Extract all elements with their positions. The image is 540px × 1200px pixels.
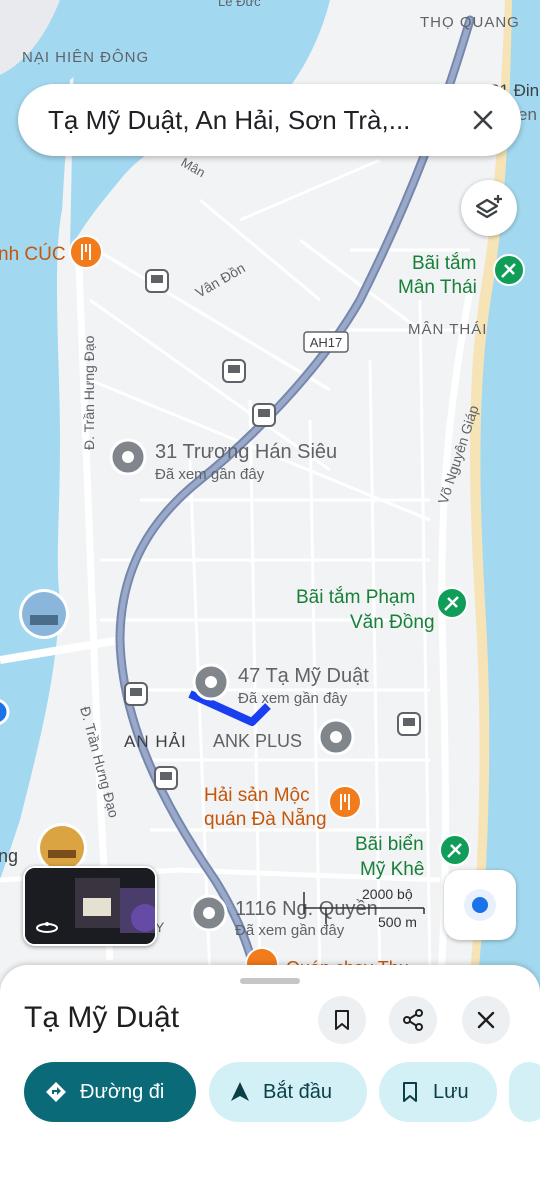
directions-button[interactable]: Đường đi (24, 1062, 196, 1122)
poi-label: quán Đà Nẵng (204, 809, 327, 830)
close-sheet-button[interactable] (462, 996, 510, 1044)
bus-stop-icon[interactable] (252, 403, 276, 427)
poi-label: Bãi tắm (412, 252, 476, 274)
street-view-thumbnail[interactable] (23, 866, 157, 946)
place-pin-icon[interactable] (192, 663, 230, 701)
save-label: Lưu (433, 1080, 469, 1103)
svg-text:AH17: AH17 (310, 335, 343, 350)
road-label: Đ. Trần Hưng Đạo (81, 335, 97, 450)
close-icon (473, 110, 493, 130)
map-scale: 2000 bộ 500 m (300, 884, 430, 934)
bookmark-icon (403, 1082, 417, 1102)
restaurant-marker-icon[interactable] (69, 235, 103, 269)
close-icon (477, 1011, 495, 1029)
clear-search-button[interactable] (465, 102, 501, 138)
share-chip[interactable] (509, 1062, 540, 1122)
place-label: 31 Trương Hán Siêu (155, 441, 337, 463)
place-pin-icon[interactable] (109, 438, 147, 476)
share-icon (403, 1009, 423, 1031)
poi-label: Văn Đồng (350, 612, 435, 633)
beach-marker-icon[interactable] (493, 254, 525, 286)
layers-icon (475, 195, 502, 219)
bus-stop-icon[interactable] (397, 712, 421, 736)
place-sublabel: Đã xem gần đây (155, 466, 265, 483)
place-sublabel: Đã xem gần đây (238, 690, 348, 707)
scale-label-top: 2000 bộ (362, 886, 413, 902)
navigation-arrow-icon (231, 1082, 249, 1101)
share-button[interactable] (389, 996, 437, 1044)
my-location-button[interactable] (444, 870, 516, 940)
poi-label: Mỹ Khê (360, 859, 424, 880)
beach-marker-icon[interactable] (439, 834, 471, 866)
road-label: Lê Đức (218, 0, 261, 9)
search-bar[interactable]: Tạ Mỹ Duật, An Hải, Sơn Trà,... (18, 84, 521, 156)
area-label: THỌ QUANG (420, 14, 520, 31)
poi-label: Bãi biển (355, 834, 424, 855)
bookmark-icon (335, 1010, 349, 1030)
bus-stop-icon[interactable] (145, 269, 169, 293)
poi-label: nh CÚC (0, 243, 66, 265)
bus-stop-icon[interactable] (222, 359, 246, 383)
start-button[interactable]: Bắt đầu (209, 1062, 367, 1122)
restaurant-marker-icon[interactable] (328, 785, 362, 819)
save-icon-button[interactable] (318, 996, 366, 1044)
start-label: Bắt đầu (263, 1080, 332, 1103)
place-bottom-sheet[interactable]: Tạ Mỹ Duật Đường đi Bắt đầu Lưu (0, 965, 540, 1200)
place-label: 47 Tạ Mỹ Duật (238, 665, 369, 687)
area-label: MÂN THÁI (408, 321, 487, 338)
bus-stop-icon[interactable] (124, 682, 148, 706)
place-pin-icon[interactable] (190, 894, 228, 932)
search-query[interactable]: Tạ Mỹ Duật, An Hải, Sơn Trà,... (48, 105, 453, 136)
photo-marker-icon[interactable] (19, 589, 69, 639)
place-label: ANK PLUS (213, 731, 302, 751)
area-label: AN HẢI (124, 732, 187, 751)
area-label: NẠI HIÊN ĐÔNG (22, 49, 149, 66)
layers-button[interactable] (461, 180, 517, 236)
highway-shield: AH17 (303, 331, 349, 353)
place-pin-icon[interactable] (317, 718, 355, 756)
save-button[interactable]: Lưu (379, 1062, 497, 1122)
drag-handle[interactable] (240, 978, 300, 984)
bus-stop-icon[interactable] (154, 766, 178, 790)
beach-marker-icon[interactable] (436, 587, 468, 619)
directions-label: Đường đi (80, 1080, 165, 1103)
edge-label: ng (0, 846, 18, 866)
poi-label: Mân Thái (398, 277, 477, 298)
scale-label-bottom: 500 m (378, 914, 417, 930)
place-title: Tạ Mỹ Duật (24, 1001, 180, 1034)
directions-icon (46, 1082, 66, 1102)
my-location-icon (464, 889, 496, 921)
poi-label: Hải sản Mộc (204, 785, 310, 806)
poi-label: Bãi tắm Phạm (296, 586, 415, 608)
